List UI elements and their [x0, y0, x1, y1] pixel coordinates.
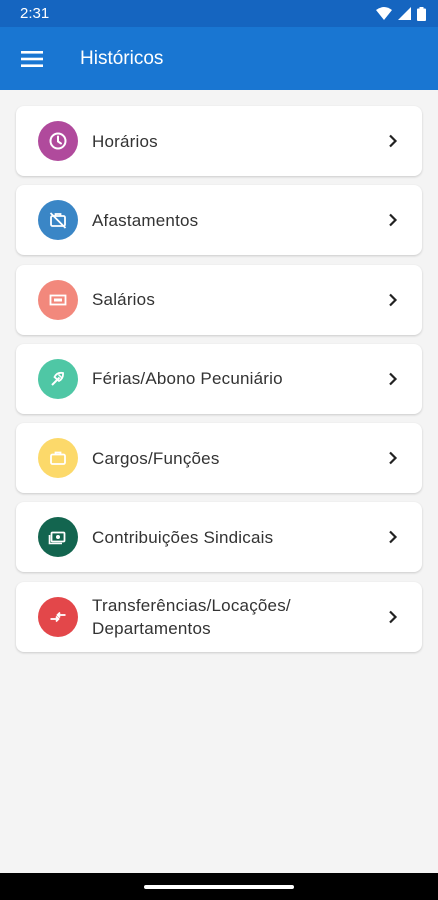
clock-icon	[49, 132, 67, 150]
list-item-ferias[interactable]: Férias/Abono Pecuniário	[16, 343, 422, 414]
history-list: Horários Afastamentos Salários Férias/Ab…	[16, 106, 422, 661]
status-time: 2:31	[20, 5, 50, 22]
chevron-right-icon	[378, 610, 408, 624]
hamburger-menu-icon	[21, 50, 43, 67]
icon-badge	[38, 358, 78, 399]
home-indicator[interactable]	[144, 884, 294, 889]
wifi-icon	[376, 7, 392, 20]
list-item-label: Salários	[92, 290, 156, 310]
icon-badge	[38, 517, 78, 558]
chevron-right-icon	[378, 451, 408, 465]
chevron-right-icon	[378, 293, 408, 307]
signal-icon	[398, 7, 411, 20]
list-item-label: Transferências/Locações/ Departamentos	[92, 595, 291, 638]
list-item-cargos[interactable]: Cargos/Funções	[16, 423, 422, 494]
beach-umbrella-icon	[51, 371, 64, 386]
transfer-icon	[50, 611, 66, 622]
page-title: Históricos	[80, 47, 164, 69]
chevron-right-icon	[378, 530, 408, 544]
list-item-horarios[interactable]: Horários	[16, 106, 422, 176]
list-item-label: Contribuições Sindicais	[92, 527, 274, 547]
money-icon	[49, 294, 67, 305]
status-icons	[376, 6, 426, 21]
icon-badge	[38, 200, 78, 241]
briefcase-off-icon	[49, 212, 67, 229]
icon-badge	[38, 596, 78, 637]
navigation-bar	[0, 873, 438, 900]
briefcase-icon	[50, 451, 66, 466]
list-item-contribuicoes[interactable]: Contribuições Sindicais	[16, 502, 422, 573]
list-item-afastamentos[interactable]: Afastamentos	[16, 185, 422, 256]
icon-badge	[38, 279, 78, 320]
chevron-right-icon	[378, 134, 408, 148]
list-item-label: Férias/Abono Pecuniário	[92, 369, 283, 389]
list-item-transferencias[interactable]: Transferências/Locações/ Departamentos	[16, 581, 422, 652]
icon-badge	[38, 121, 78, 161]
list-item-label: Horários	[92, 131, 158, 151]
list-item-label: Cargos/Funções	[92, 448, 220, 468]
cash-icon	[48, 532, 66, 545]
list-item-label: Afastamentos	[92, 210, 199, 230]
chevron-right-icon	[378, 213, 408, 227]
list-item-salarios[interactable]: Salários	[16, 264, 422, 335]
app-bar: Históricos	[0, 27, 438, 90]
icon-badge	[38, 438, 78, 479]
menu-button[interactable]	[0, 27, 64, 90]
status-bar: 2:31	[0, 0, 438, 27]
chevron-right-icon	[378, 372, 408, 386]
battery-icon	[417, 6, 426, 21]
